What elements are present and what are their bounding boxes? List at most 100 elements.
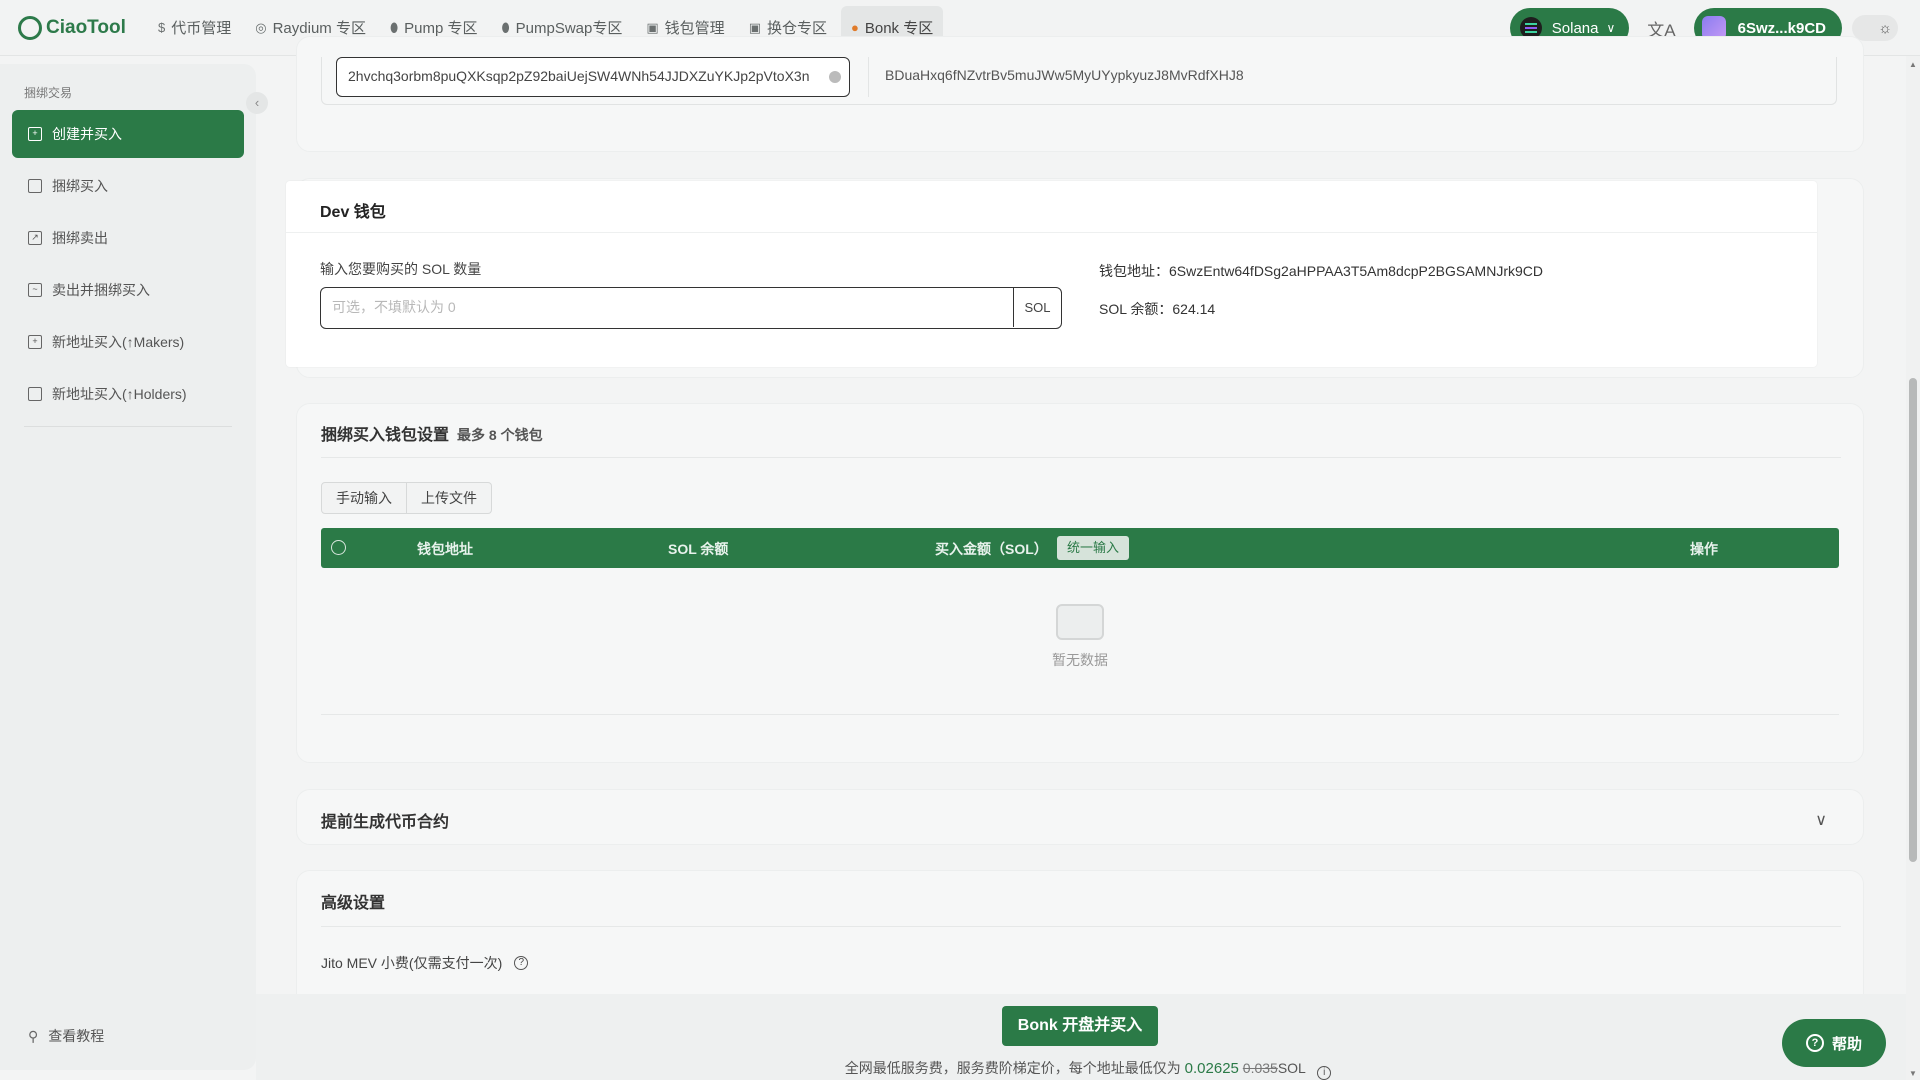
chevron-down-icon: ∨ (1606, 21, 1616, 35)
token-address-secondary: BDuaHxq6fNZvtrBv5muJWw5MyUYypkyuzJ8MvRdf… (868, 57, 1244, 97)
fee-unit: SOL (1277, 1060, 1306, 1076)
sidebar-item-label: 新地址买入(↑Makers) (52, 334, 185, 350)
dev-wallet-balance: SOL 余额：624.14 (1099, 301, 1216, 317)
dev-wallet-title: Dev 钱包 (286, 181, 1817, 233)
bundle-wallet-header: 捆绑买入钱包设置 最多 8 个钱包 (321, 404, 1841, 458)
theme-toggle[interactable]: ☼ (1852, 15, 1898, 41)
bottom-action-bar: Bonk 开盘并买入 全网最低服务费，服务费阶梯定价，每个地址最低仅为 0.02… (256, 994, 1920, 1080)
sidebar-item-bundle-sell[interactable]: ↗ 捆绑卖出 (12, 214, 244, 262)
token-address-input[interactable]: 2hvchq3orbm8puQXKsqp2pZ92baiUejSW4WNh54J… (336, 57, 850, 97)
col-sol-balance: SOL 余额 (668, 541, 729, 557)
select-all-checkbox[interactable] (331, 540, 346, 555)
sidebar-collapse-button[interactable]: ‹ (246, 92, 268, 114)
info-icon[interactable]: i (1317, 1066, 1332, 1080)
sidebar-item-sell-and-bundle-buy[interactable]: ~ 卖出并捆绑买入 (12, 266, 244, 314)
swap-icon: ▣ (748, 19, 761, 35)
scroll-down-icon[interactable]: ▼ (1909, 1069, 1917, 1078)
question-icon: ? (1805, 1034, 1824, 1052)
jito-tip-label: Jito MEV 小费(仅需支付一次) ? (321, 953, 529, 973)
col-buy-amount: 买入金额（SOL） (935, 541, 1048, 557)
sidebar-item-new-addr-makers[interactable]: + 新地址买入(↑Makers) (12, 318, 244, 366)
sidebar-item-label: 创建并买入 (52, 126, 122, 142)
col-actions: 操作 (1690, 541, 1718, 557)
plus-square-icon: + (28, 335, 42, 349)
empty-text: 暂无数据 (1052, 652, 1108, 668)
page-scrollbar[interactable]: ▲ ▼ (1906, 56, 1920, 1080)
logo-text: CiaoTool (46, 16, 126, 38)
bundle-wallet-card: 捆绑买入钱包设置 最多 8 个钱包 手动输入 上传文件 钱包地址 SOL 余额 买… (296, 403, 1864, 763)
dev-wallet-modal: Dev 钱包 输入您要购买的 SOL 数量 SOL 钱包地址：6SwzEntw6… (286, 181, 1817, 367)
users-icon (28, 387, 42, 401)
plus-square-icon: + (28, 127, 42, 141)
token-address-row: 2hvchq3orbm8puQXKsqp2pZ92baiUejSW4WNh54J… (321, 57, 1837, 105)
cart-icon (28, 179, 42, 193)
tab-upload-file[interactable]: 上传文件 (407, 482, 492, 514)
tutorial-label: 查看教程 (48, 1028, 105, 1044)
sidebar-item-new-addr-holders[interactable]: 新地址买入(↑Holders) (12, 370, 244, 418)
sidebar-divider (24, 426, 232, 427)
sidebar-item-create-and-buy[interactable]: + 创建并买入 (12, 110, 244, 158)
sidebar-item-label: 新地址买入(↑Holders) (52, 386, 187, 402)
scrollbar-thumb[interactable] (1909, 378, 1917, 862)
nav-label: 代币管理 (171, 20, 232, 37)
tab-manual-input[interactable]: 手动输入 (321, 482, 407, 514)
chain-label: Solana (1551, 19, 1599, 37)
pill-icon: ⬮ (501, 19, 510, 35)
nav-label: 钱包管理 (664, 20, 725, 37)
fee-new-price: 0.02625 (1184, 1060, 1239, 1077)
sol-amount-label: 输入您要购买的 SOL 数量 (320, 261, 482, 277)
nav-label: 换仓专区 (766, 20, 827, 37)
chevron-down-icon[interactable]: ∨ (1815, 810, 1827, 830)
dev-wallet-address: 钱包地址：6SwzEntw64fDSg2aHPPAA3T5Am8dcpP2BGS… (1099, 263, 1544, 279)
fee-old-price: 0.035 (1242, 1060, 1278, 1076)
nav-label: Pump 专区 (404, 20, 478, 37)
advanced-header: 高级设置 (321, 871, 1841, 927)
sol-amount-input[interactable] (321, 288, 1013, 326)
bonk-launch-buy-button[interactable]: Bonk 开盘并买入 (1002, 1006, 1158, 1046)
logo-mark-icon (18, 15, 42, 40)
sidebar-item-label: 捆绑买入 (52, 178, 108, 194)
chart-icon: ~ (28, 283, 42, 297)
clear-icon[interactable] (829, 71, 841, 83)
col-wallet-address: 钱包地址 (417, 541, 473, 557)
empty-box-icon (1056, 604, 1104, 640)
bundle-wallet-title: 捆绑买入钱包设置 (321, 427, 450, 444)
nav-item-token-management[interactable]: $ 代币管理 (148, 6, 241, 50)
scroll-up-icon[interactable]: ▲ (1909, 60, 1917, 69)
empty-state: 暂无数据 (297, 604, 1863, 670)
nav-label: Bonk 专区 (864, 20, 934, 37)
export-icon: ↗ (28, 231, 42, 245)
link-icon: ⚲ (28, 1027, 39, 1044)
advanced-title: 高级设置 (321, 895, 386, 912)
sidebar: 捆绑交易 + 创建并买入 捆绑买入 ↗ 捆绑卖出 ~ 卖出并捆绑买入 + 新地址买入(↑… (0, 64, 256, 1070)
app-logo[interactable]: CiaoTool (18, 15, 148, 40)
wallet-label: 6Swz...k9CD (1737, 19, 1826, 37)
help-button[interactable]: ? 帮助 (1782, 1019, 1886, 1067)
bonk-icon: ● (851, 20, 859, 35)
sol-unit-suffix: SOL (1013, 288, 1061, 327)
sidebar-group-label: 捆绑交易 (24, 86, 73, 100)
sol-amount-field: SOL (320, 287, 1062, 329)
bundle-table-header: 钱包地址 SOL 余额 买入金额（SOL） 统一输入 操作 (321, 528, 1839, 568)
pill-icon: ⬮ (389, 19, 399, 35)
help-label: 帮助 (1831, 1035, 1862, 1053)
sidebar-tutorial-link[interactable]: ⚲ 查看教程 (28, 1026, 104, 1046)
token-address-card: 2hvchq3orbm8puQXKsqp2pZ92baiUejSW4WNh54J… (296, 36, 1864, 152)
unify-input-button[interactable]: 统一输入 (1057, 536, 1130, 560)
sun-icon: ☼ (1878, 19, 1892, 37)
bundle-wallet-subtitle: 最多 8 个钱包 (457, 427, 543, 443)
coin-icon: $ (158, 20, 166, 35)
question-icon[interactable]: ? (514, 956, 529, 970)
sidebar-item-bundle-buy[interactable]: 捆绑买入 (12, 162, 244, 210)
token-address-value: 2hvchq3orbm8puQXKsqp2pZ92baiUejSW4WNh54J… (348, 68, 810, 84)
nav-label: PumpSwap专区 (515, 20, 623, 37)
fee-prefix: 全网最低服务费，服务费阶梯定价，每个地址最低仅为 (844, 1060, 1181, 1076)
nav-label: Raydium 专区 (272, 20, 366, 37)
bundle-input-tabs: 手动输入 上传文件 (321, 482, 492, 514)
table-bottom-divider (321, 714, 1839, 715)
wallet-icon: ▣ (646, 19, 659, 35)
pregen-contract-card[interactable]: 提前生成代币合约 ∨ (296, 789, 1864, 845)
jito-label-text: Jito MEV 小费(仅需支付一次) (321, 955, 503, 971)
sidebar-item-label: 卖出并捆绑买入 (52, 282, 150, 298)
fee-note: 全网最低服务费，服务费阶梯定价，每个地址最低仅为 0.02625 0.035SO… (256, 1058, 1920, 1080)
